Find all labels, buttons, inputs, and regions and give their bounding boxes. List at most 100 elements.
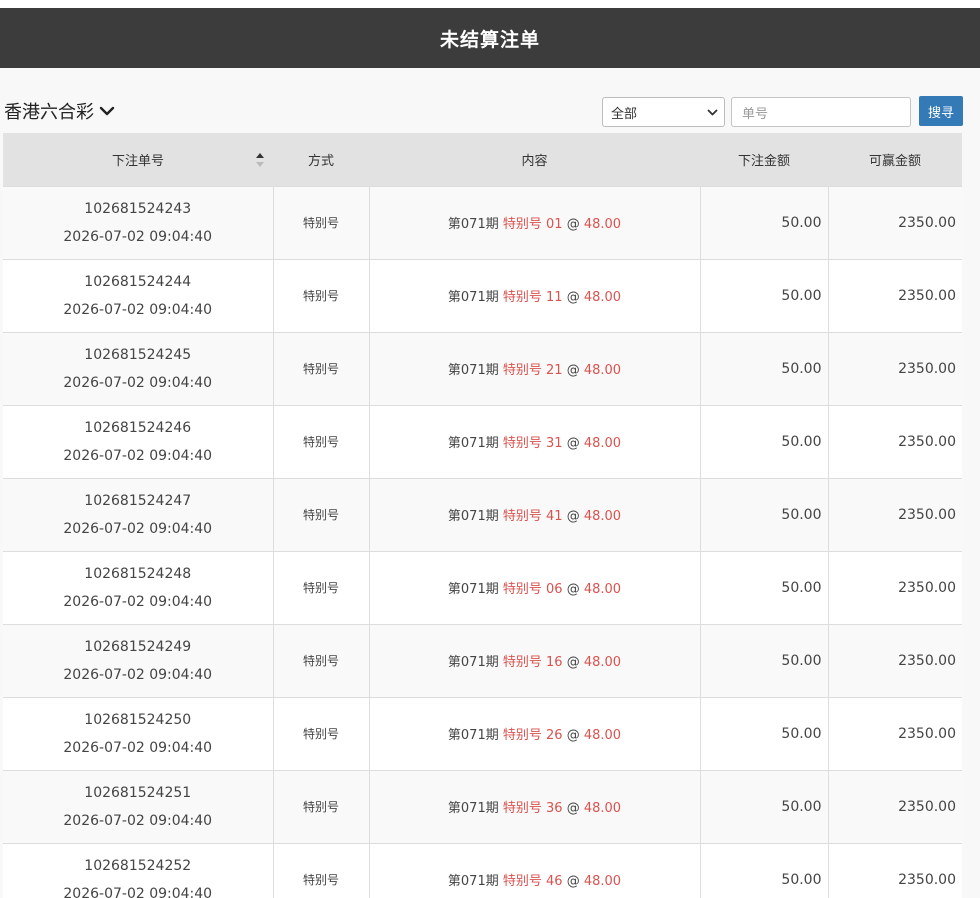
bet-odds: 48.00	[583, 728, 622, 743]
method-cell: 特别号	[272, 404, 369, 478]
bet-method: 特别号	[302, 216, 339, 230]
type-filter-select[interactable]: 全部	[602, 97, 725, 127]
content-cell: 第071期 特别号 41 @ 48.00	[368, 477, 700, 551]
bet-at: @	[566, 436, 580, 451]
search-button[interactable]: 搜寻	[919, 96, 963, 126]
bet-odds: 48.00	[583, 874, 622, 890]
bet-period: 第071期	[447, 728, 499, 743]
bet-number: 36	[546, 801, 563, 816]
bet-method: 特别号	[302, 508, 339, 522]
method-cell: 特别号	[272, 550, 369, 624]
win-amount: 2350.00	[827, 185, 962, 259]
order-number-input[interactable]: 单号	[731, 97, 911, 127]
table-row: 102681524244 2026-07-02 09:04:40 特别号 第071期 …	[3, 258, 962, 332]
bet-odds: 48.00	[583, 582, 622, 597]
bet-odds: 48.00	[583, 290, 622, 305]
bet-number: 46	[546, 874, 563, 890]
bet-number: 31	[546, 436, 563, 451]
order-number: 102681524251	[84, 784, 192, 801]
top-strip	[0, 0, 980, 8]
bet-at: @	[566, 582, 580, 597]
order-time: 2026-07-02 09:04:40	[63, 666, 213, 683]
order-number: 102681524246	[84, 419, 192, 436]
bet-amount: 50.00	[699, 550, 828, 624]
table-row: 102681524246 2026-07-02 09:04:40 特别号 第071期 …	[3, 404, 962, 478]
bet-number: 26	[546, 728, 563, 743]
bet-play: 特别号	[502, 728, 542, 743]
method-cell: 特别号	[272, 185, 369, 259]
column-header-method: 方式	[273, 133, 369, 186]
win-amount: 2350.00	[827, 696, 962, 770]
bet-odds: 48.00	[583, 801, 622, 816]
content-cell: 第071期 特别号 21 @ 48.00	[368, 331, 700, 405]
bet-play: 特别号	[502, 874, 542, 890]
order-cell: 102681524243 2026-07-02 09:04:40	[3, 185, 273, 259]
bet-period: 第071期	[447, 801, 499, 816]
bet-period: 第071期	[447, 655, 499, 670]
method-cell: 特别号	[272, 842, 369, 898]
method-cell: 特别号	[272, 623, 369, 697]
order-number: 102681524252	[84, 857, 192, 874]
win-amount: 2350.00	[827, 769, 962, 843]
bet-amount: 50.00	[699, 769, 828, 843]
bet-period: 第071期	[447, 217, 499, 232]
bet-amount: 50.00	[699, 477, 828, 551]
chevron-down-icon	[707, 109, 718, 116]
table-body: 102681524243 2026-07-02 09:04:40 特别号 第071期 …	[3, 185, 962, 898]
page: 未结算注单 香港六合彩 全部 单号 搜寻 下注单号 方式 内容 下注金额 可赢金…	[0, 0, 980, 898]
method-cell: 特别号	[272, 696, 369, 770]
column-header-order-no[interactable]: 下注单号	[3, 133, 273, 186]
bet-period: 第071期	[447, 874, 499, 890]
game-selector[interactable]: 香港六合彩	[4, 98, 116, 124]
bet-period: 第071期	[447, 582, 499, 597]
bet-number: 01	[546, 217, 563, 232]
content-cell: 第071期 特别号 36 @ 48.00	[368, 769, 700, 843]
bet-play: 特别号	[502, 801, 542, 816]
win-amount: 2350.00	[827, 842, 962, 898]
win-amount: 2350.00	[827, 623, 962, 697]
win-amount: 2350.00	[827, 550, 962, 624]
bet-amount: 50.00	[699, 331, 828, 405]
bet-play: 特别号	[502, 655, 542, 670]
sort-icon[interactable]	[255, 151, 265, 169]
bet-odds: 48.00	[583, 217, 622, 232]
bet-amount: 50.00	[699, 404, 828, 478]
bet-play: 特别号	[502, 509, 542, 524]
bet-odds: 48.00	[583, 655, 622, 670]
game-name: 香港六合彩	[4, 102, 94, 123]
order-time: 2026-07-02 09:04:40	[63, 885, 213, 898]
order-time: 2026-07-02 09:04:40	[63, 520, 213, 537]
bet-play: 特别号	[502, 363, 542, 378]
content-cell: 第071期 特别号 01 @ 48.00	[368, 185, 700, 259]
win-amount: 2350.00	[827, 258, 962, 332]
bet-method: 特别号	[302, 727, 339, 741]
content-cell: 第071期 特别号 06 @ 48.00	[368, 550, 700, 624]
table-row: 102681524248 2026-07-02 09:04:40 特别号 第071期 …	[3, 550, 962, 624]
bet-number: 16	[546, 655, 563, 670]
order-time: 2026-07-02 09:04:40	[63, 228, 213, 245]
column-header-bet-amount: 下注金额	[700, 133, 828, 186]
bet-play: 特别号	[502, 582, 542, 597]
order-cell: 102681524249 2026-07-02 09:04:40	[3, 623, 273, 697]
bet-period: 第071期	[447, 509, 499, 524]
unsettled-bets-table: 下注单号 方式 内容 下注金额 可赢金额 102681524243 2026-07…	[3, 133, 962, 898]
method-cell: 特别号	[272, 331, 369, 405]
bet-method: 特别号	[302, 654, 339, 668]
order-time: 2026-07-02 09:04:40	[63, 739, 213, 756]
bet-method: 特别号	[302, 800, 339, 814]
order-time: 2026-07-02 09:04:40	[63, 593, 213, 610]
bet-at: @	[566, 874, 580, 890]
bet-at: @	[566, 655, 580, 670]
bet-number: 21	[546, 363, 563, 378]
order-number: 102681524250	[84, 711, 192, 728]
bet-at: @	[566, 217, 580, 232]
content-cell: 第071期 特别号 16 @ 48.00	[368, 623, 700, 697]
page-title: 未结算注单	[439, 28, 540, 51]
bet-odds: 48.00	[583, 436, 622, 451]
toolbar: 香港六合彩 全部 单号 搜寻	[0, 68, 980, 133]
content-cell: 第071期 特别号 46 @ 48.00	[368, 842, 700, 898]
order-cell: 102681524248 2026-07-02 09:04:40	[3, 550, 273, 624]
order-number: 102681524248	[84, 565, 192, 582]
order-cell: 102681524250 2026-07-02 09:04:40	[3, 696, 273, 770]
table-row: 102681524250 2026-07-02 09:04:40 特别号 第071期 …	[3, 696, 962, 770]
